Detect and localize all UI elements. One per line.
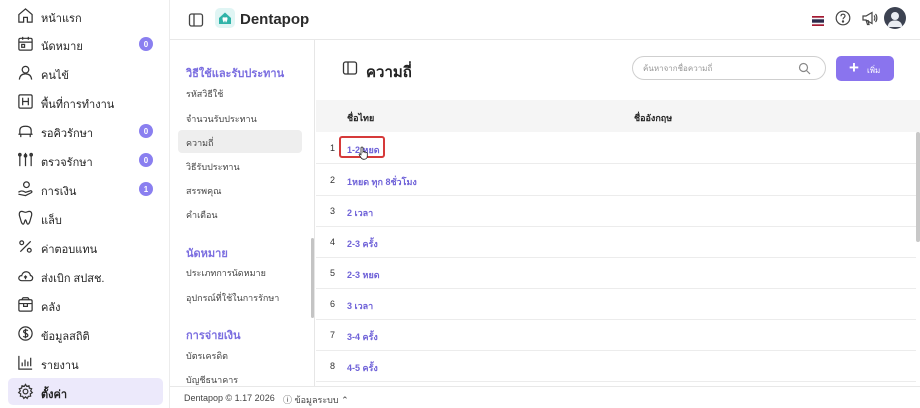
appointments-badge: 0 xyxy=(139,37,153,51)
system-info-toggle[interactable]: ⓘ ข้อมูลระบบ ⌃ xyxy=(283,393,349,407)
table-row[interactable]: 8 4-5 ครั้ง xyxy=(316,351,916,382)
submenu-item-properties[interactable]: สรรพคุณ xyxy=(178,178,302,201)
sidebar-item-inventory[interactable]: คลัง xyxy=(8,291,163,318)
hand-cursor-icon xyxy=(358,146,370,160)
gear-icon xyxy=(17,383,34,400)
sidebar-item-queue[interactable]: รอคิวรักษา 0 xyxy=(8,117,163,144)
main-sidebar: หน้าแรก นัดหมาย 0 คนไข้ พื้นที่การทำงาน … xyxy=(0,0,170,408)
table-row[interactable]: 5 2-3 หยด xyxy=(316,258,916,289)
sidebar-item-finance[interactable]: การเงิน 1 xyxy=(8,175,163,202)
sidebar-item-treatment[interactable]: ตรวจรักษา 0 xyxy=(8,146,163,173)
table-scrollbar[interactable] xyxy=(916,132,920,242)
submenu-item-frequency[interactable]: ความถี่ xyxy=(178,130,302,153)
panel-icon xyxy=(342,60,358,76)
column-header-thai-name[interactable]: ชื่อไทย xyxy=(347,111,374,125)
sidebar-item-nhso-claim[interactable]: ส่งเบิก สปสช. xyxy=(8,262,163,289)
dentapop-logo-icon xyxy=(215,8,235,28)
table-row[interactable]: 2 1หยด ทุก 8ชั่วโมง xyxy=(316,165,916,196)
submenu-item-credit-card[interactable]: บัตรเครดิต xyxy=(178,343,302,366)
search-icon[interactable] xyxy=(798,62,811,75)
frequency-panel: ความถี่ + เพิ่ม ชื่อไทย ชื่ออังกฤษ 1 1-2… xyxy=(316,40,920,386)
percent-icon xyxy=(17,238,34,255)
search-input[interactable] xyxy=(643,61,793,76)
submenu-item-warnings[interactable]: คำเตือน xyxy=(178,202,302,225)
plus-icon: + xyxy=(849,58,859,77)
tooth-icon xyxy=(17,209,34,226)
settings-submenu: วิธีใช้และรับประทาน รหัสวิธีใช้ จำนวนรับ… xyxy=(170,40,315,386)
sidebar-item-compensation[interactable]: ค่าตอบแทน xyxy=(8,233,163,260)
queue-badge: 0 xyxy=(139,124,153,138)
sidebar-item-statistics[interactable]: ข้อมูลสถิติ xyxy=(8,320,163,347)
sidebar-item-patients[interactable]: คนไข้ xyxy=(8,59,163,86)
frequency-link[interactable]: 1หยด ทุก 8ชั่วโมง xyxy=(347,175,417,189)
frequency-link[interactable]: 3 เวลา xyxy=(347,299,373,313)
sidebar-item-appointments[interactable]: นัดหมาย 0 xyxy=(8,30,163,57)
home-icon xyxy=(17,7,34,24)
treatment-badge: 0 xyxy=(139,153,153,167)
submenu-section-usage: วิธีใช้และรับประทาน xyxy=(186,68,285,80)
help-icon[interactable] xyxy=(835,10,851,26)
table-row[interactable]: 3 2 เวลา xyxy=(316,196,916,227)
table-header: ชื่อไทย ชื่ออังกฤษ xyxy=(316,100,920,132)
cloud-icon xyxy=(17,267,34,284)
payment-icon xyxy=(17,180,34,197)
sidebar-item-settings[interactable]: ตั้งค่า xyxy=(8,378,163,405)
submenu-item-usage-code[interactable]: รหัสวิธีใช้ xyxy=(178,81,302,104)
frequency-link[interactable]: 2 เวลา xyxy=(347,206,373,220)
finance-badge: 1 xyxy=(139,182,153,196)
grid-icon xyxy=(17,93,34,110)
tools-icon xyxy=(17,151,34,168)
stats-icon xyxy=(17,325,34,342)
thai-flag-icon[interactable] xyxy=(812,13,824,26)
sidebar-item-lab[interactable]: แล็บ xyxy=(8,204,163,231)
megaphone-icon[interactable] xyxy=(861,10,878,26)
column-header-english-name[interactable]: ชื่ออังกฤษ xyxy=(634,111,672,125)
submenu-scrollbar[interactable] xyxy=(311,238,314,318)
table-row[interactable]: 1 1-2 หยด xyxy=(316,133,916,164)
calendar-icon xyxy=(17,35,34,52)
page-title: ความถี่ xyxy=(366,64,412,81)
user-icon xyxy=(17,64,34,81)
frequency-link[interactable]: 4-5 ครั้ง xyxy=(347,361,378,375)
top-bar: Dentapop xyxy=(170,0,920,40)
sidebar-toggle-icon[interactable] xyxy=(188,12,204,28)
waiting-icon xyxy=(17,122,34,139)
avatar[interactable] xyxy=(884,7,906,29)
box-icon xyxy=(17,296,34,313)
add-frequency-button[interactable]: + เพิ่ม xyxy=(836,56,894,81)
sidebar-item-home[interactable]: หน้าแรก xyxy=(8,2,163,29)
copyright-text: Dentapop © 1.17 2026 xyxy=(184,393,275,403)
frequency-link[interactable]: 3-4 ครั้ง xyxy=(347,330,378,344)
submenu-item-appointment-types[interactable]: ประเภทการนัดหมาย xyxy=(178,260,302,283)
brand-name: Dentapop xyxy=(240,11,310,28)
submenu-item-dosage-method[interactable]: วิธีรับประทาน xyxy=(178,154,302,177)
footer: Dentapop © 1.17 2026 ⓘ ข้อมูลระบบ ⌃ xyxy=(170,386,920,408)
table-row[interactable]: 7 3-4 ครั้ง xyxy=(316,320,916,351)
submenu-item-dosage-amount[interactable]: จำนวนรับประทาน xyxy=(178,106,302,129)
table-row[interactable]: 6 3 เวลา xyxy=(316,289,916,320)
frequency-link[interactable]: 2-3 หยด xyxy=(347,268,380,282)
report-icon xyxy=(17,354,34,371)
sidebar-item-workspace[interactable]: พื้นที่การทำงาน xyxy=(8,88,163,115)
table-row[interactable]: 4 2-3 ครั้ง xyxy=(316,227,916,258)
submenu-section-payment: การจ่ายเงิน xyxy=(186,330,241,342)
frequency-link[interactable]: 2-3 ครั้ง xyxy=(347,237,378,251)
submenu-item-treatment-equipment[interactable]: อุปกรณ์ที่ใช้ในการรักษา xyxy=(178,285,302,308)
search-box xyxy=(632,56,826,80)
sidebar-item-reports[interactable]: รายงาน xyxy=(8,349,163,376)
